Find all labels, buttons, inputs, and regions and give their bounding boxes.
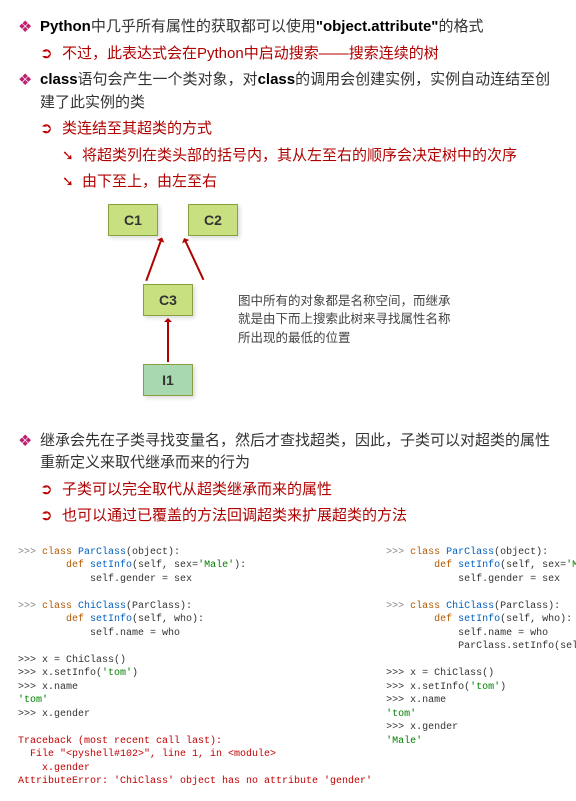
code-left: >>> class ParClass(object): def setInfo(… bbox=[18, 546, 372, 789]
bullet-3: 继承会先在子类寻找变量名，然后才查找超类，因此，子类可以对超类的属性重新定义来取… bbox=[18, 430, 558, 475]
diagram-note: 图中所有的对象都是名称空间，而继承就是由下而上搜索此树来寻找属性名称所出现的最低… bbox=[238, 292, 458, 348]
code-literal: "object.attribute" bbox=[316, 18, 439, 35]
bullet-3b: 也可以通过已覆盖的方法回调超类来扩展超类的方法 bbox=[18, 505, 558, 528]
bullet-3a: 子类可以完全取代从超类继承而来的属性 bbox=[18, 479, 558, 502]
kw: class bbox=[40, 71, 78, 88]
bullet-1a: 不过，此表达式会在Python中启动搜索——搜索连续的树 bbox=[18, 43, 558, 66]
bullet-2a2: 由下至上，由左至右 bbox=[18, 171, 558, 194]
box-c3: C3 bbox=[143, 284, 193, 316]
code-examples: >>> class ParClass(object): def setInfo(… bbox=[18, 546, 558, 789]
bullet-2: class语句会产生一个类对象，对class的调用会创建实例，实例自动连结至创建… bbox=[18, 69, 558, 114]
bullet-2a1: 将超类列在类头部的括号内，其从左至右的顺序会决定树中的次序 bbox=[18, 145, 558, 168]
arrow-icon bbox=[167, 319, 169, 362]
code-right: >>> class ParClass(object): def setInfo(… bbox=[386, 546, 576, 789]
kw: Python bbox=[40, 18, 91, 35]
kw: class bbox=[258, 71, 296, 88]
box-i1: I1 bbox=[143, 364, 193, 396]
bullet-1: Python中几乎所有属性的获取都可以使用"object.attribute"的… bbox=[18, 16, 558, 39]
bullet-2a: 类连结至其超类的方式 bbox=[18, 118, 558, 141]
arrow-icon bbox=[184, 238, 204, 279]
arrow-icon bbox=[145, 238, 162, 281]
inheritance-diagram: C1 C2 C3 I1 图中所有的对象都是名称空间，而继承就是由下而上搜索此树来… bbox=[108, 204, 558, 414]
box-c1: C1 bbox=[108, 204, 158, 236]
box-c2: C2 bbox=[188, 204, 238, 236]
